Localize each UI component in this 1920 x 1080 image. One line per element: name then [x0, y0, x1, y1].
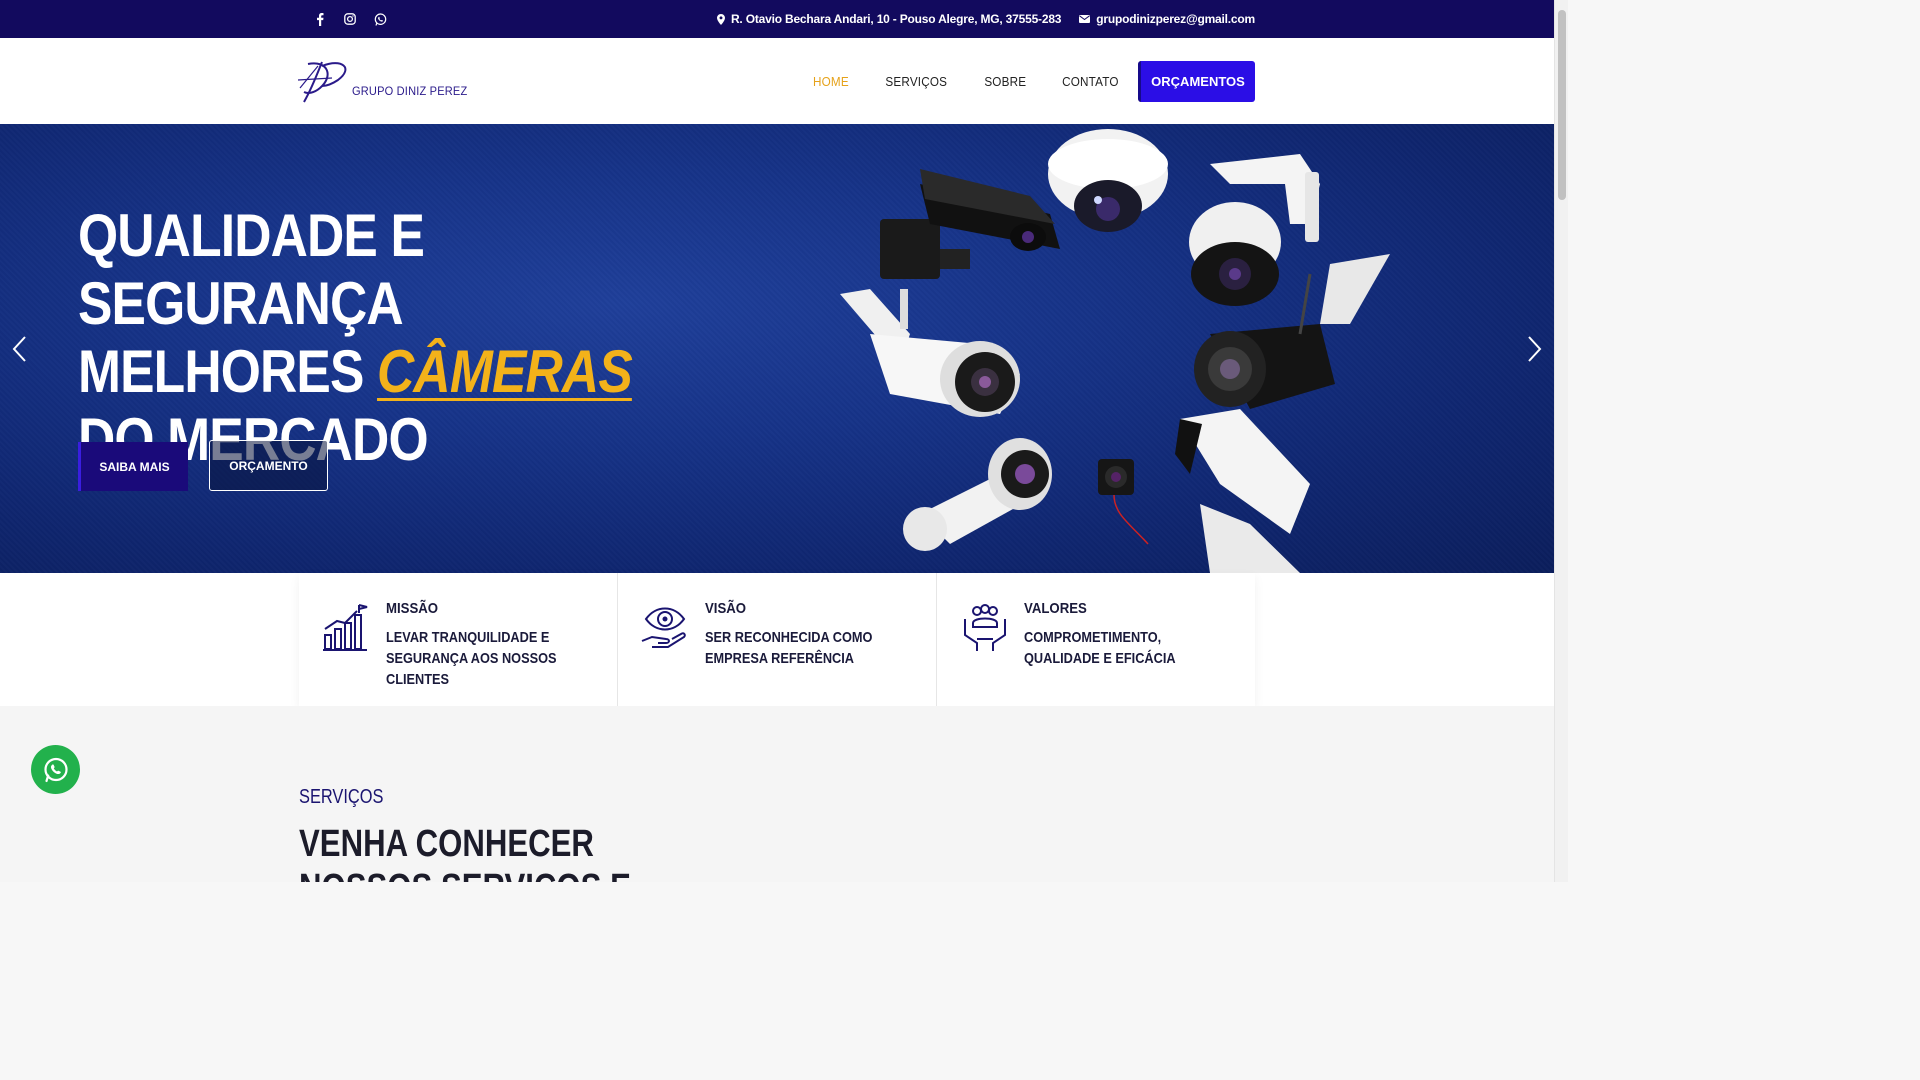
nav-contact[interactable]: CONTATO — [1062, 74, 1119, 89]
eye-hand-icon — [641, 607, 686, 648]
learn-more-button[interactable]: SAIBA MAIS — [78, 442, 188, 491]
logo-mark-icon — [298, 61, 347, 103]
instagram-icon[interactable] — [342, 11, 358, 27]
whatsapp-icon — [43, 757, 68, 782]
email-item[interactable]: grupodinizperez@gmail.com — [1079, 12, 1255, 26]
logo[interactable]: GRUPO DINIZ PEREZ — [298, 58, 477, 104]
nav-services[interactable]: SERVIÇOS — [886, 74, 948, 89]
feature-text-vision: SER RECONHECIDA COMO EMPRESA REFERÊNCIA — [705, 629, 873, 667]
team-hands-icon — [964, 604, 1006, 651]
security-cameras-illustration — [840, 129, 1390, 573]
page: R. Otavio Bechara Andari, 10 - Pouso Ale… — [0, 0, 1568, 882]
services-heading-line-1: VENHA CONHECER — [299, 823, 594, 865]
top-bar: R. Otavio Bechara Andari, 10 - Pouso Ale… — [0, 0, 1554, 38]
hero-line-1: QUALIDADE E SEGURANÇA — [78, 202, 425, 337]
hero-accent-word: CÂMERAS — [377, 338, 633, 405]
features-strip: MISSÃO LEVAR TRANQUILIDADE E SEGURANÇA A… — [0, 573, 1554, 706]
quote-button[interactable]: ORÇAMENTO — [209, 440, 328, 491]
social-links — [312, 11, 388, 27]
scrollbar-thumb[interactable] — [1558, 10, 1566, 200]
feature-card-mission: MISSÃO LEVAR TRANQUILIDADE E SEGURANÇA A… — [299, 573, 618, 706]
services-kicker: SERVIÇOS — [299, 786, 384, 808]
feature-card-values: VALORES COMPROMETIMENTO, QUALIDADE E EFI… — [937, 573, 1255, 706]
page-scrollbar[interactable] — [1554, 0, 1568, 882]
address-text: R. Otavio Bechara Andari, 10 - Pouso Ale… — [730, 12, 1062, 26]
feature-text-values: COMPROMETIMENTO, QUALIDADE E EFICÁCIA — [1024, 629, 1176, 667]
address-item: R. Otavio Bechara Andari, 10 - Pouso Ale… — [716, 12, 1062, 26]
map-pin-icon — [716, 13, 725, 25]
feature-text-mission: LEVAR TRANQUILIDADE E SEGURANÇA AOS NOSS… — [386, 629, 557, 688]
main-header: GRUPO DINIZ PEREZ HOME SERVIÇOS SOBRE CO… — [0, 38, 1554, 124]
main-nav: HOME SERVIÇOS SOBRE CONTATO ORÇAMENTOS — [811, 61, 1255, 102]
feature-title-mission: MISSÃO — [386, 600, 439, 617]
feature-title-values: VALORES — [1024, 600, 1087, 617]
hero-slider: QUALIDADE E SEGURANÇA MELHORES CÂMERAS D… — [0, 124, 1554, 573]
feature-card-vision: VISÃO SER RECONHECIDA COMO EMPRESA REFER… — [618, 573, 937, 706]
whatsapp-floating-button[interactable] — [31, 745, 80, 794]
envelope-icon — [1079, 15, 1091, 23]
hero-line-2-prefix: MELHORES — [78, 338, 378, 405]
growth-chart-icon — [323, 604, 368, 651]
quotes-button[interactable]: ORÇAMENTOS — [1138, 61, 1255, 102]
nav-about[interactable]: SOBRE — [984, 74, 1026, 89]
contact-info: R. Otavio Bechara Andari, 10 - Pouso Ale… — [716, 12, 1255, 26]
services-section: SERVIÇOS VENHA CONHECER NOSSOS SERVIÇOS … — [0, 706, 1554, 882]
email-text[interactable]: grupodinizperez@gmail.com — [1096, 12, 1255, 26]
slider-next-arrow-icon[interactable] — [1524, 334, 1544, 364]
features-cards: MISSÃO LEVAR TRANQUILIDADE E SEGURANÇA A… — [299, 573, 1255, 706]
brand-name: GRUPO DINIZ PEREZ — [352, 84, 468, 98]
slider-prev-arrow-icon[interactable] — [10, 334, 30, 364]
services-heading: VENHA CONHECER NOSSOS SERVIÇOS E PRODUTO… — [299, 822, 791, 882]
nav-home[interactable]: HOME — [813, 74, 849, 89]
facebook-icon[interactable] — [312, 11, 328, 27]
services-heading-line-2: NOSSOS SERVIÇOS E PRODUTOS — [299, 867, 631, 882]
whatsapp-icon[interactable] — [372, 11, 388, 27]
feature-title-vision: VISÃO — [705, 600, 747, 617]
hero-heading: QUALIDADE E SEGURANÇA MELHORES CÂMERAS D… — [78, 202, 697, 474]
